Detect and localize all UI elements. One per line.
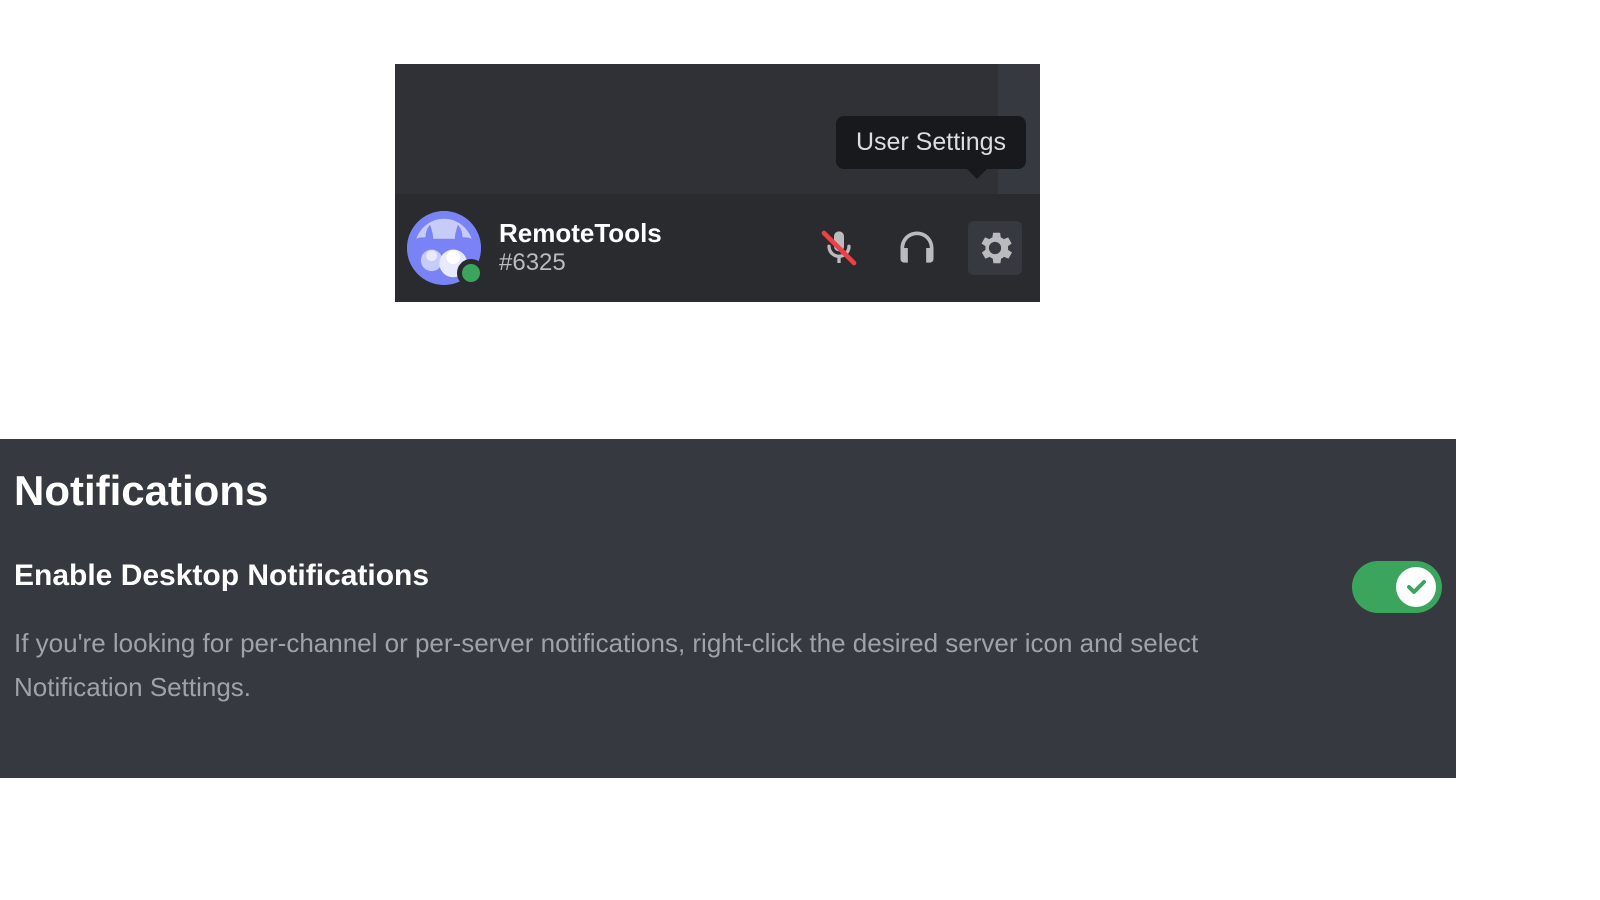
setting-desktop-notifications: Enable Desktop Notifications If you're l… bbox=[14, 559, 1442, 709]
user-controls bbox=[812, 221, 1028, 275]
user-settings-tooltip: User Settings bbox=[836, 116, 1026, 169]
mute-button[interactable] bbox=[812, 221, 866, 275]
user-discriminator: #6325 bbox=[499, 249, 662, 277]
setting-description: If you're looking for per-channel or per… bbox=[14, 621, 1324, 709]
avatar[interactable] bbox=[407, 211, 481, 285]
user-panel: User Settings RemoteTools #6325 bbox=[395, 64, 1040, 302]
deafen-button[interactable] bbox=[890, 221, 944, 275]
gear-icon bbox=[974, 227, 1016, 269]
desktop-notifications-toggle[interactable] bbox=[1352, 561, 1442, 613]
user-info[interactable]: RemoteTools #6325 bbox=[499, 219, 662, 278]
setting-label: Enable Desktop Notifications bbox=[14, 559, 1332, 593]
username: RemoteTools bbox=[499, 219, 662, 248]
notifications-panel: Notifications Enable Desktop Notificatio… bbox=[0, 439, 1456, 778]
panel-background: User Settings bbox=[395, 64, 1040, 194]
settings-button[interactable] bbox=[968, 221, 1022, 275]
tooltip-label: User Settings bbox=[856, 128, 1006, 156]
page-title: Notifications bbox=[14, 467, 1442, 515]
check-icon bbox=[1404, 575, 1428, 599]
setting-text: Enable Desktop Notifications If you're l… bbox=[14, 559, 1332, 709]
toggle-knob bbox=[1396, 567, 1436, 607]
user-bar: RemoteTools #6325 bbox=[395, 194, 1040, 302]
microphone-muted-icon bbox=[819, 228, 859, 268]
online-status-icon bbox=[457, 259, 485, 287]
headphones-icon bbox=[895, 226, 939, 270]
